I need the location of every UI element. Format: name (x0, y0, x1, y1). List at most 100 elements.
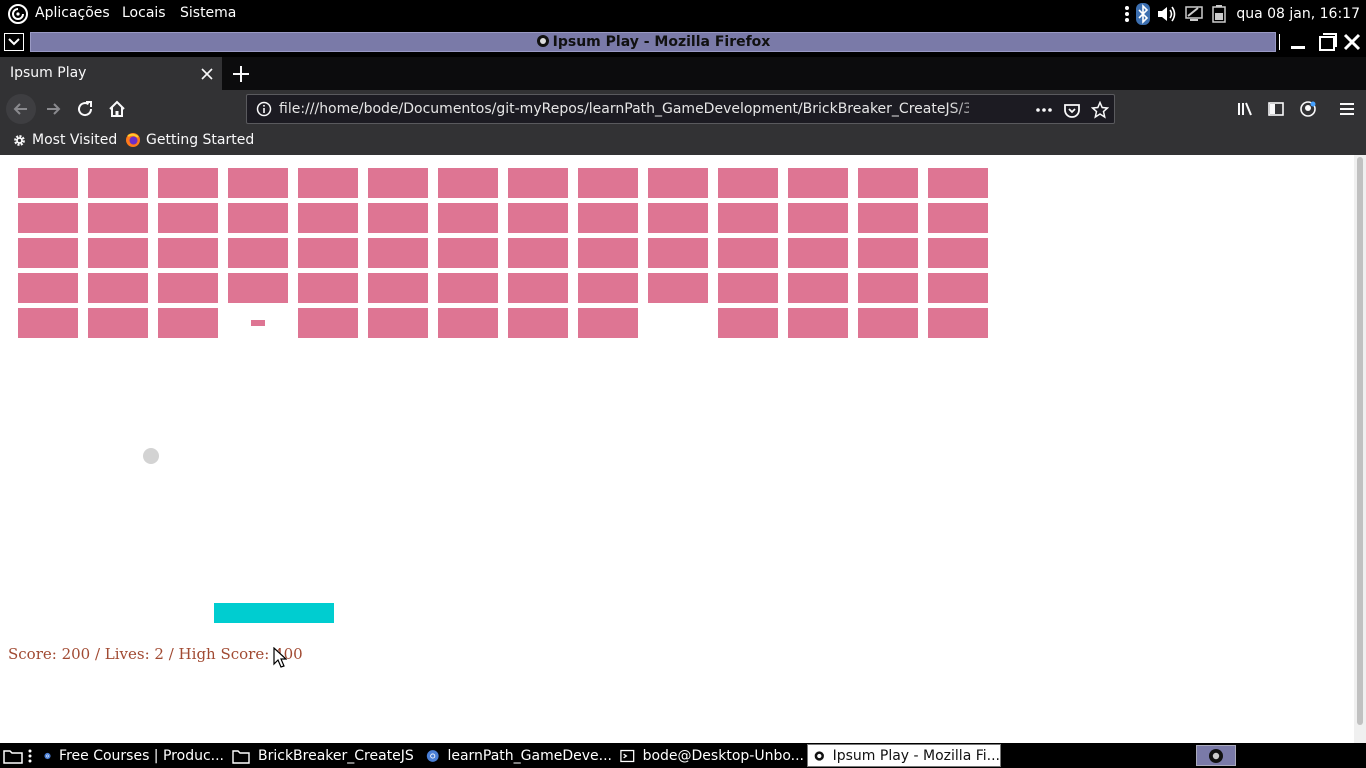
brick (298, 203, 358, 233)
brick (648, 238, 708, 268)
arrow-left-icon (13, 103, 27, 115)
brick (368, 308, 428, 338)
info-icon[interactable] (256, 101, 272, 117)
forward-button[interactable] (40, 97, 66, 121)
tray-more-icon[interactable] (1124, 5, 1130, 23)
brick (18, 273, 78, 303)
brick-breaking (251, 320, 265, 326)
brick (88, 308, 148, 338)
url-text[interactable]: file:///home/bode/Documentos/git-myRepos… (279, 101, 969, 117)
library-icon (1238, 102, 1252, 116)
window-title-bar[interactable]: Ipsum Play - Mozilla Firefox (30, 32, 1276, 52)
brick (368, 238, 428, 268)
brick (928, 238, 988, 268)
close-tab-icon[interactable] (200, 67, 214, 81)
brick (18, 238, 78, 268)
brick (88, 238, 148, 268)
back-button[interactable] (6, 94, 36, 124)
home-button[interactable] (104, 97, 130, 121)
bookmark-most-visited[interactable]: Most Visited (12, 132, 117, 148)
game-canvas[interactable]: Score: 200 / Lives: 2 / High Score: 400 (0, 155, 1000, 743)
menu-places[interactable]: Locais (122, 5, 166, 21)
desktop-top-panel: Aplicações Locais Sistema qua 08 jan, 16… (0, 0, 1366, 28)
firefox-icon (1209, 748, 1223, 763)
volume-icon[interactable] (1156, 4, 1178, 24)
brick (578, 273, 638, 303)
brick (578, 238, 638, 268)
navigation-toolbar: file:///home/bode/Documentos/git-myRepos… (0, 90, 1366, 128)
reload-button[interactable] (72, 97, 98, 121)
brick (928, 273, 988, 303)
taskbar-item-chrome-courses[interactable]: Free Courses | Produc... (38, 744, 224, 767)
brick (718, 308, 778, 338)
taskbar-item-firefox[interactable]: Ipsum Play - Mozilla Fi... (807, 744, 1001, 767)
taskbar-item-label: Ipsum Play - Mozilla Fi... (832, 747, 1000, 764)
maximize-icon[interactable] (1318, 32, 1338, 52)
brick (508, 203, 568, 233)
tab-label: Ipsum Play (10, 65, 87, 81)
minimize-icon[interactable] (1288, 32, 1308, 52)
clock[interactable]: qua 08 jan, 16:17 (1236, 6, 1360, 22)
library-button[interactable] (1232, 97, 1258, 121)
brick (858, 273, 918, 303)
brick (18, 168, 78, 198)
menu-applications[interactable]: Aplicações (35, 5, 110, 21)
taskbar-item-label: Free Courses | Produc... (59, 747, 224, 764)
brick (158, 273, 218, 303)
taskbar-item-chrome-learnpath[interactable]: learnPath_GameDeve... (420, 744, 612, 767)
taskbar-item-terminal[interactable]: bode@Desktop-Unbo... (614, 744, 804, 767)
brick (368, 203, 428, 233)
close-window-icon[interactable] (1342, 32, 1362, 52)
account-button[interactable] (1295, 97, 1321, 121)
tab-ipsum-play[interactable]: Ipsum Play (0, 57, 222, 90)
workspace-switcher[interactable] (1196, 745, 1236, 766)
reload-icon (78, 101, 93, 117)
chrome-icon (426, 749, 439, 762)
brick (18, 203, 78, 233)
firefox-icon (126, 133, 140, 147)
drag-handle-icon (28, 749, 32, 762)
brick (438, 238, 498, 268)
score-display: Score: 200 / Lives: 2 / High Score: 400 (8, 645, 303, 663)
battery-icon[interactable] (1210, 4, 1228, 24)
brick (788, 168, 848, 198)
menu-system[interactable]: Sistema (180, 5, 236, 21)
bookmark-star-icon[interactable] (1091, 101, 1109, 119)
taskbar-item-file-manager[interactable]: BrickBreaker_CreateJS (226, 744, 418, 767)
mouse-cursor-icon (273, 647, 287, 668)
paddle[interactable] (214, 603, 334, 623)
display-icon[interactable] (1184, 4, 1204, 24)
brick (648, 168, 708, 198)
bookmark-label: Most Visited (32, 132, 118, 148)
page-actions-icon[interactable] (1035, 101, 1053, 119)
brick (578, 168, 638, 198)
taskbar-item-label: BrickBreaker_CreateJS (258, 747, 414, 764)
vertical-scrollbar[interactable] (1354, 155, 1366, 743)
brick (158, 168, 218, 198)
new-tab-icon[interactable] (230, 63, 252, 85)
debian-logo-icon[interactable] (7, 3, 29, 25)
sidebar-button[interactable] (1263, 97, 1289, 121)
pocket-icon[interactable] (1063, 101, 1081, 119)
brick (228, 168, 288, 198)
window-titlebar[interactable]: Ipsum Play - Mozilla Firefox (0, 28, 1366, 57)
url-bar[interactable]: file:///home/bode/Documentos/git-myRepos… (246, 94, 1115, 124)
menu-button[interactable] (1334, 97, 1360, 121)
brick (858, 203, 918, 233)
ball (143, 448, 159, 464)
arrow-right-icon (47, 103, 61, 115)
gear-icon (14, 134, 25, 146)
taskbar-item-label: learnPath_GameDeve... (447, 747, 612, 764)
scrollbar-thumb[interactable] (1357, 157, 1363, 725)
taskbar-item-label: bode@Desktop-Unbo... (642, 747, 804, 764)
brick (788, 273, 848, 303)
brick (438, 203, 498, 233)
show-desktop-button[interactable] (0, 744, 34, 767)
bookmark-getting-started[interactable]: Getting Started (125, 132, 254, 148)
bluetooth-icon[interactable] (1136, 3, 1151, 25)
firefox-icon (814, 750, 824, 761)
brick (858, 308, 918, 338)
window-menu-button[interactable] (4, 33, 24, 51)
url-fade (947, 97, 1007, 121)
brick (438, 168, 498, 198)
